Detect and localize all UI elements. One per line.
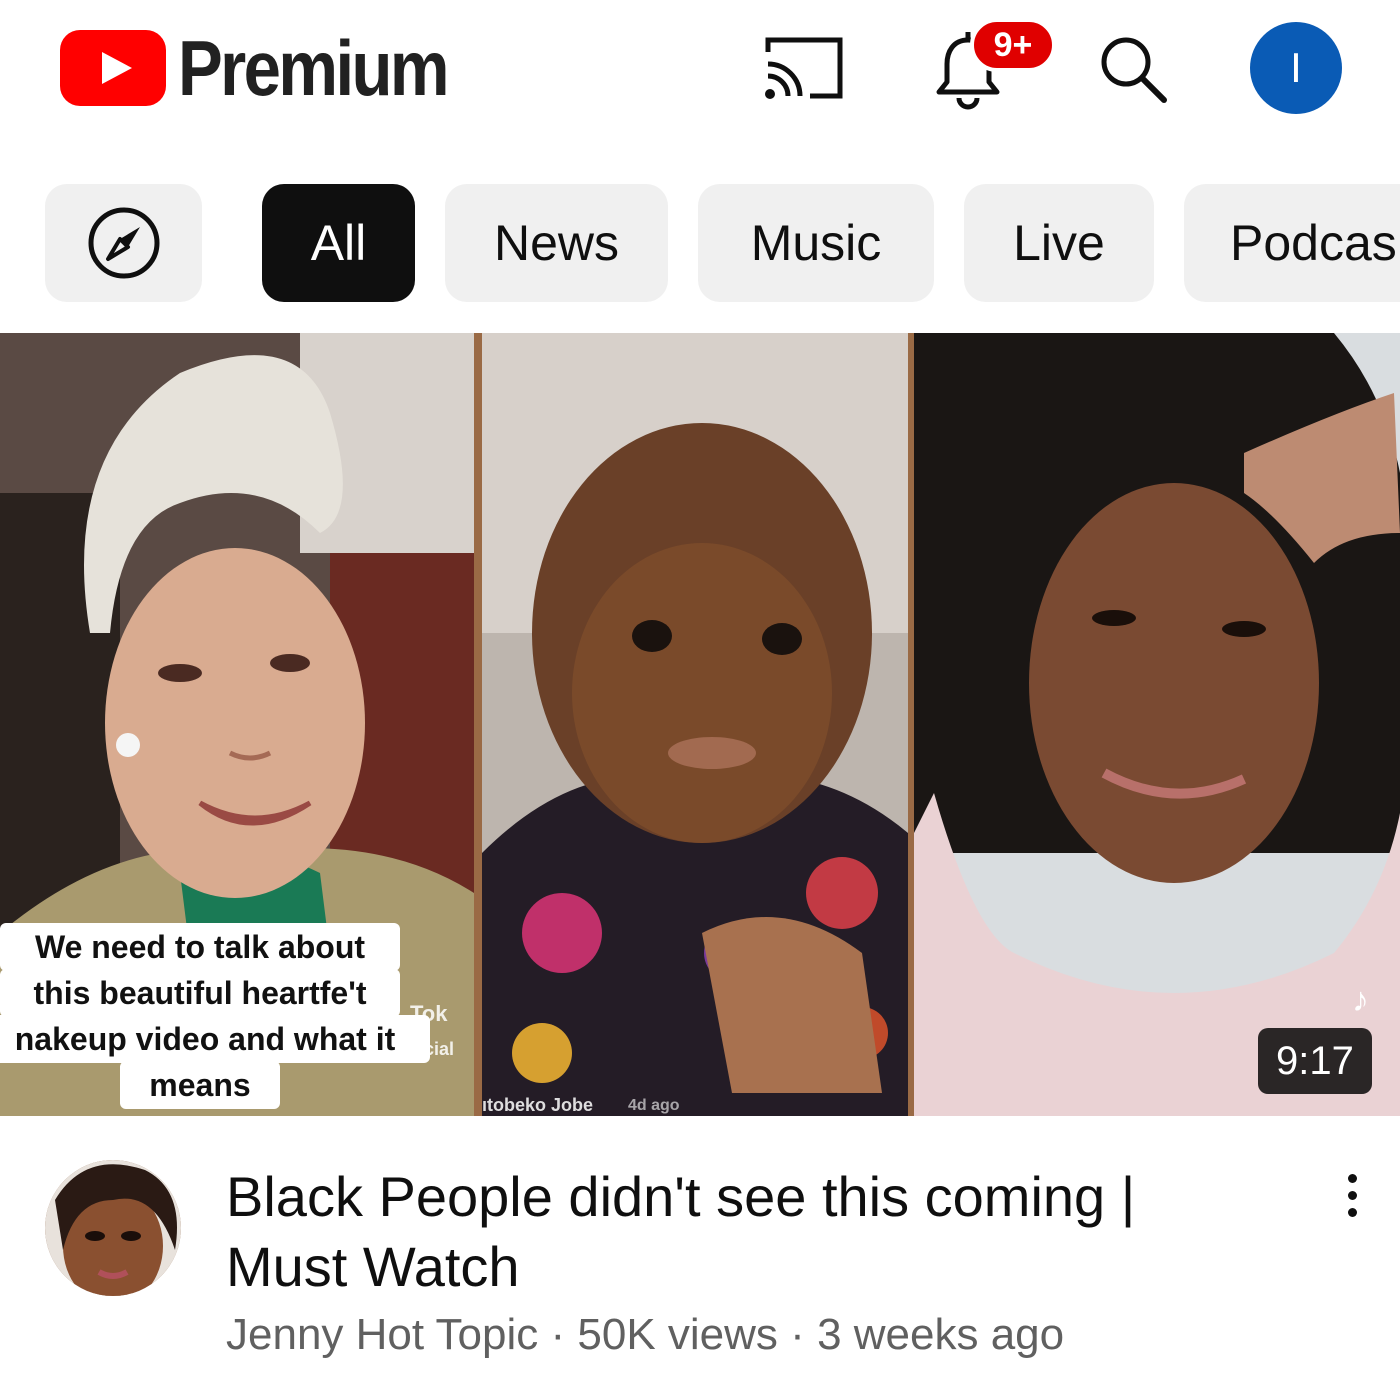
logo-text: Premium bbox=[178, 24, 450, 112]
post-time-text: 4d ago bbox=[628, 1097, 680, 1114]
cast-icon bbox=[765, 37, 843, 99]
creator-name-text: ıtobeko Jobe bbox=[482, 1095, 594, 1115]
more-vert-icon bbox=[1347, 1173, 1357, 1183]
explore-chip[interactable] bbox=[45, 184, 202, 302]
caption-line-2: this beautiful heartfe't bbox=[0, 969, 400, 1017]
meta-separator: · bbox=[790, 1310, 805, 1359]
thumbnail-image-3 bbox=[914, 333, 1400, 1116]
panel-divider bbox=[474, 333, 482, 1116]
channel-avatar[interactable] bbox=[45, 1160, 181, 1296]
chip-live[interactable]: Live bbox=[964, 184, 1154, 302]
chip-news[interactable]: News bbox=[445, 184, 668, 302]
video-duration-badge: 9:17 bbox=[1258, 1028, 1372, 1094]
notification-badge: 9+ bbox=[970, 18, 1056, 72]
video-thumbnail[interactable]: We need to talk about this beautiful hea… bbox=[0, 333, 1400, 1116]
youtube-logo-icon bbox=[60, 30, 166, 106]
thumbnail-panel-2: ıtobeko Jobe 4d ago bbox=[482, 333, 908, 1116]
youtube-premium-logo[interactable]: Premium bbox=[60, 24, 491, 112]
channel-name[interactable]: Jenny Hot Topic bbox=[226, 1310, 538, 1359]
account-avatar-button[interactable]: I bbox=[1250, 22, 1342, 114]
search-icon bbox=[1101, 37, 1167, 103]
search-button[interactable] bbox=[1092, 30, 1172, 106]
chip-podcasts[interactable]: Podcas bbox=[1184, 184, 1400, 302]
tiktok-watermark-text: Tok bbox=[410, 1001, 448, 1026]
caption-line-3: nakeup video and what it bbox=[0, 1015, 430, 1063]
compass-icon bbox=[88, 207, 159, 279]
caption-line-1: We need to talk about bbox=[0, 923, 400, 971]
thumbnail-image-2 bbox=[482, 333, 908, 1116]
channel-avatar-image bbox=[45, 1160, 181, 1296]
thumbnail-panel-1: We need to talk about this beautiful hea… bbox=[0, 333, 474, 1116]
upload-time: 3 weeks ago bbox=[817, 1310, 1065, 1359]
chip-all[interactable]: All bbox=[262, 184, 415, 302]
video-metadata: Jenny Hot Topic · 50K views · 3 weeks ag… bbox=[226, 1310, 1064, 1360]
chip-music[interactable]: Music bbox=[698, 184, 934, 302]
top-app-bar: Premium 9+ I bbox=[0, 0, 1400, 140]
view-count: 50K views bbox=[577, 1310, 778, 1359]
filter-chip-bar: All News Music Live Podcas bbox=[0, 184, 1400, 302]
caption-line-4: means bbox=[120, 1061, 280, 1109]
video-title[interactable]: Black People didn't see this coming | Mu… bbox=[226, 1162, 1266, 1302]
cast-button[interactable] bbox=[758, 32, 848, 102]
thumbnail-panel-3: ♪ bbox=[914, 333, 1400, 1116]
more-options-button[interactable] bbox=[1322, 1160, 1382, 1230]
tiktok-logo-icon: ♪ bbox=[1352, 981, 1369, 1019]
tiktok-social-text: cial bbox=[424, 1039, 455, 1059]
meta-separator: · bbox=[550, 1310, 566, 1359]
